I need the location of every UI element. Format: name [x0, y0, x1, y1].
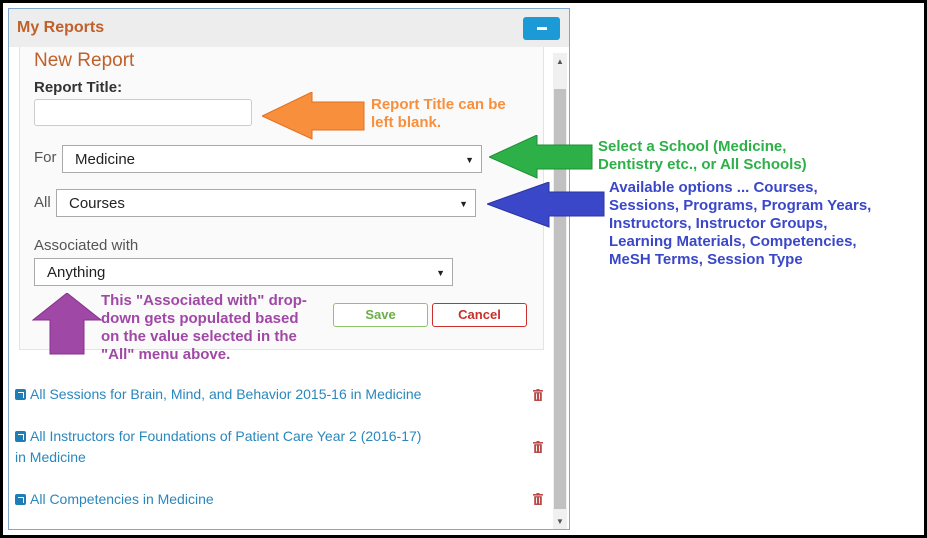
associated-with-label: Associated with [34, 237, 139, 254]
report-link[interactable]: All Instructors for Foundations of Patie… [15, 426, 475, 468]
note-line: down gets populated based [101, 310, 299, 327]
scroll-down-icon[interactable]: ▼ [556, 517, 564, 526]
note-line: on the value selected in the [101, 328, 297, 345]
note-line: Report Title can be [371, 96, 506, 113]
note-line: Select a School (Medicine, [598, 138, 787, 155]
all-label: All [34, 194, 51, 211]
note-line: This "Associated with" drop- [101, 292, 307, 309]
trash-icon[interactable] [533, 441, 543, 453]
orange-arrow-icon [262, 92, 365, 140]
green-arrow-icon [489, 135, 593, 179]
report-link-text-cont: in Medicine [15, 449, 86, 465]
associated-with-select[interactable]: Anything ▼ [34, 258, 453, 286]
subject-select[interactable]: Courses ▼ [56, 189, 476, 217]
trash-icon[interactable] [533, 389, 543, 401]
associated-select-value: Anything [47, 264, 106, 281]
report-link[interactable]: All Sessions for Brain, Mind, and Behavi… [15, 384, 475, 405]
note-line: Available options ... Courses, [609, 179, 818, 196]
external-link-icon [15, 389, 26, 400]
vertical-scrollbar[interactable]: ▲ ▼ [553, 53, 567, 529]
my-reports-panel: My Reports New Report Report Title: For … [8, 8, 570, 530]
dropdown-caret-icon: ▼ [459, 199, 468, 209]
save-button[interactable]: Save [333, 303, 428, 327]
cancel-button[interactable]: Cancel [432, 303, 527, 327]
subject-select-value: Courses [69, 195, 125, 212]
note-line: Dentistry etc., or All Schools) [598, 156, 807, 173]
report-title-input[interactable] [34, 99, 252, 126]
dropdown-caret-icon: ▼ [465, 155, 474, 165]
school-note: Select a School (Medicine, Dentistry etc… [598, 138, 807, 174]
blue-arrow-icon [487, 182, 605, 228]
note-line: MeSH Terms, Session Type [609, 251, 803, 268]
form-heading: New Report [34, 50, 135, 71]
note-line: Learning Materials, Competencies, [609, 233, 857, 250]
school-select-value: Medicine [75, 151, 136, 168]
purple-arrow-icon [32, 293, 102, 355]
note-line: Instructors, Instructor Groups, [609, 215, 828, 232]
report-title-label: Report Title: [34, 79, 123, 96]
external-link-icon [15, 431, 26, 442]
collapse-button[interactable] [523, 17, 560, 40]
title-note: Report Title can be left blank. [371, 96, 506, 132]
trash-icon[interactable] [533, 493, 543, 505]
report-link[interactable]: All Competencies in Medicine [15, 489, 475, 510]
report-link-text: All Sessions for Brain, Mind, and Behavi… [30, 386, 422, 402]
note-line: "All" menu above. [101, 346, 231, 363]
report-link-text: All Competencies in Medicine [30, 491, 214, 507]
associated-note: This "Associated with" drop- down gets p… [101, 292, 307, 364]
dropdown-caret-icon: ▼ [436, 268, 445, 278]
for-label: For [34, 149, 57, 166]
scroll-up-icon[interactable]: ▲ [556, 57, 564, 66]
external-link-icon [15, 494, 26, 505]
options-note: Available options ... Courses, Sessions,… [609, 179, 871, 269]
school-select[interactable]: Medicine ▼ [62, 145, 482, 173]
minus-icon [537, 27, 547, 30]
panel-header: My Reports [9, 9, 569, 47]
report-link-text: All Instructors for Foundations of Patie… [30, 428, 422, 444]
panel-title: My Reports [17, 19, 105, 36]
note-line: left blank. [371, 114, 442, 131]
note-line: Sessions, Programs, Program Years, [609, 197, 872, 214]
